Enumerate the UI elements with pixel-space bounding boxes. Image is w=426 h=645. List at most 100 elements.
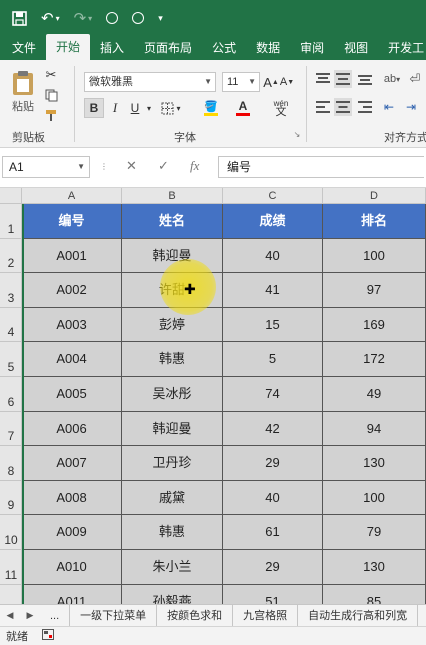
table-cell[interactable]: A004	[22, 342, 122, 377]
row-header[interactable]: 4	[0, 307, 22, 343]
font-color-icon[interactable]: A	[230, 98, 256, 118]
table-cell[interactable]: 49	[323, 377, 426, 412]
table-cell[interactable]: A001	[22, 238, 122, 274]
table-cell[interactable]: 卫丹珍	[122, 446, 223, 481]
decrease-indent-icon[interactable]: ⇤	[380, 98, 398, 116]
column-header-d[interactable]: D	[323, 188, 426, 204]
table-cell[interactable]: 孙毅燕	[122, 584, 223, 604]
table-cell[interactable]: 彭婷	[122, 307, 223, 343]
row-header[interactable]: 3	[0, 273, 22, 308]
insert-function-button[interactable]: fx	[190, 158, 199, 174]
format-painter-icon[interactable]	[42, 106, 60, 124]
row-header[interactable]: 11	[0, 550, 22, 585]
cut-icon[interactable]: ✂	[42, 66, 60, 84]
align-center-icon[interactable]	[334, 98, 352, 116]
table-cell[interactable]: 130	[323, 550, 426, 585]
table-cell[interactable]: 许甜	[122, 273, 223, 308]
table-cell[interactable]: 韩迎曼	[122, 411, 223, 447]
bold-button[interactable]: B	[84, 98, 104, 118]
more-options-icon[interactable]: ⋮	[100, 162, 108, 171]
sheet-tab-ellipsis[interactable]: ...	[40, 605, 71, 626]
table-cell[interactable]: 29	[223, 446, 323, 481]
table-cell[interactable]: 5	[223, 342, 323, 377]
header-cell[interactable]: 姓名	[122, 204, 223, 239]
table-cell[interactable]: 100	[323, 238, 426, 274]
sheet-tab[interactable]: 九宫格照	[233, 605, 299, 626]
row-header[interactable]: 5	[0, 342, 22, 377]
tab-file[interactable]: 文件	[2, 36, 46, 60]
circle-icon[interactable]	[132, 12, 145, 24]
row-header[interactable]: 1	[0, 204, 22, 239]
table-cell[interactable]: 29	[223, 550, 323, 585]
header-cell[interactable]: 排名	[323, 204, 426, 239]
sheet-tab[interactable]: 一级下拉菜单	[70, 605, 158, 626]
tab-data[interactable]: 数据	[246, 36, 290, 60]
customize-qat-icon[interactable]: ▾	[158, 13, 163, 24]
row-header[interactable]: 6	[0, 377, 22, 412]
tab-home[interactable]: 开始	[46, 34, 91, 60]
table-cell[interactable]: 130	[323, 446, 426, 481]
prev-sheet-icon[interactable]: ◀	[0, 610, 20, 621]
table-cell[interactable]: 97	[323, 273, 426, 308]
table-cell[interactable]: A007	[22, 446, 122, 481]
increase-font-button[interactable]: A ▲	[263, 72, 279, 92]
tab-page-layout[interactable]: 页面布局	[134, 36, 202, 60]
enter-icon[interactable]: ✓	[158, 158, 169, 174]
table-cell[interactable]: A009	[22, 515, 122, 550]
row-header[interactable]: 10	[0, 515, 22, 550]
table-cell[interactable]: 61	[223, 515, 323, 550]
tab-insert[interactable]: 插入	[90, 36, 134, 60]
decrease-font-button[interactable]: A ▼	[280, 72, 294, 92]
row-header[interactable]: 8	[0, 446, 22, 481]
italic-button[interactable]: I	[106, 98, 124, 118]
sheet-tab[interactable]: 按颜色求和	[157, 605, 234, 626]
sheet-tab[interactable]: 自动生成行高和列宽	[298, 605, 419, 626]
borders-icon[interactable]: ▾	[160, 98, 182, 118]
table-cell[interactable]: 100	[323, 480, 426, 516]
align-middle-icon[interactable]	[334, 70, 352, 88]
increase-indent-icon[interactable]: ⇥	[402, 98, 420, 116]
table-cell[interactable]: 40	[223, 238, 323, 274]
orientation-icon[interactable]: ab ▾	[380, 70, 404, 88]
circle-icon[interactable]	[106, 12, 119, 24]
table-cell[interactable]: 韩惠	[122, 515, 223, 550]
table-cell[interactable]: 79	[323, 515, 426, 550]
table-cell[interactable]: 戚黛	[122, 480, 223, 516]
column-header-b[interactable]: B	[122, 188, 223, 204]
redo-icon[interactable]: ↷ ▾	[74, 9, 93, 27]
table-cell[interactable]: 15	[223, 307, 323, 343]
font-dialog-launcher-icon[interactable]: ↘	[292, 128, 302, 140]
select-all-corner[interactable]	[0, 188, 22, 204]
header-cell[interactable]: 成绩	[223, 204, 323, 239]
table-cell[interactable]: 41	[223, 273, 323, 308]
column-header-a[interactable]: A	[22, 188, 122, 204]
align-bottom-icon[interactable]	[356, 70, 374, 88]
table-cell[interactable]: 85	[323, 584, 426, 604]
table-cell[interactable]: 172	[323, 342, 426, 377]
tab-developer[interactable]: 开发工	[378, 36, 426, 60]
row-header[interactable]: 2	[0, 238, 22, 274]
table-cell[interactable]: A008	[22, 480, 122, 516]
paste-button[interactable]: 粘贴	[6, 66, 40, 118]
table-cell[interactable]: A003	[22, 307, 122, 343]
column-header-c[interactable]: C	[223, 188, 323, 204]
row-header[interactable]: 7	[0, 411, 22, 447]
table-cell[interactable]: 韩迎曼	[122, 238, 223, 274]
font-size-combo[interactable]: 11 ▼	[222, 72, 260, 92]
next-sheet-icon[interactable]: ▶	[20, 610, 40, 621]
tab-view[interactable]: 视图	[334, 36, 378, 60]
table-cell[interactable]: 吴冰彤	[122, 377, 223, 412]
table-cell[interactable]: 51	[223, 584, 323, 604]
tab-formulas[interactable]: 公式	[202, 36, 246, 60]
table-cell[interactable]: A005	[22, 377, 122, 412]
fill-color-icon[interactable]: 🪣	[198, 98, 224, 118]
row-header[interactable]: 9	[0, 480, 22, 516]
name-box[interactable]: A1 ▼	[2, 156, 90, 178]
macro-record-icon[interactable]	[42, 629, 54, 643]
underline-button[interactable]: U	[126, 98, 144, 118]
table-cell[interactable]: 40	[223, 480, 323, 516]
table-cell[interactable]: 94	[323, 411, 426, 447]
tab-review[interactable]: 审阅	[290, 36, 334, 60]
table-cell[interactable]: A011	[22, 584, 122, 604]
cancel-icon[interactable]: ✕	[126, 158, 137, 174]
